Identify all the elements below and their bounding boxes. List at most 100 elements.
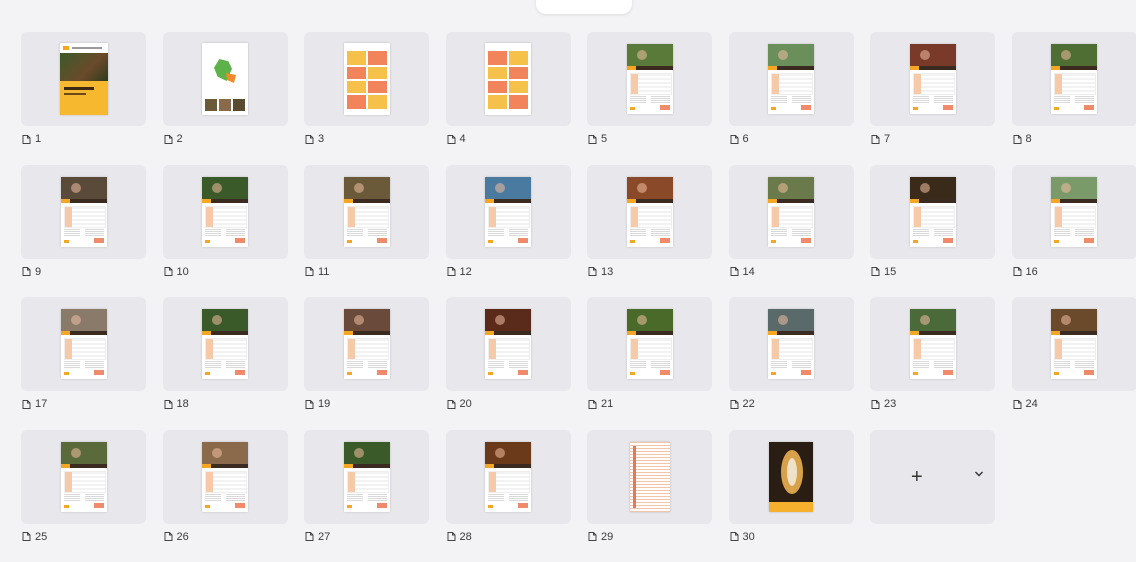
- slide-preview: [630, 442, 670, 512]
- slide-item[interactable]: 17: [21, 297, 146, 429]
- slide-item[interactable]: 29: [587, 430, 712, 562]
- slide-number: 25: [35, 531, 47, 543]
- slide-preview: [60, 43, 108, 115]
- slide-number: 23: [884, 398, 896, 410]
- slide-item[interactable]: 19: [304, 297, 429, 429]
- slide-item[interactable]: 30: [729, 430, 854, 562]
- slide-item[interactable]: 14: [729, 165, 854, 297]
- slide-item[interactable]: 20: [446, 297, 571, 429]
- slide-item[interactable]: 10: [163, 165, 288, 297]
- slide-thumbnail[interactable]: [163, 32, 288, 126]
- slide-thumbnail[interactable]: [870, 297, 995, 391]
- slide-number: 10: [177, 266, 189, 278]
- slide-label: 3: [304, 133, 324, 145]
- slide-thumbnail[interactable]: [446, 297, 571, 391]
- slide-item[interactable]: 4: [446, 32, 571, 164]
- slide-item[interactable]: 27: [304, 430, 429, 562]
- slide-preview: [344, 309, 390, 379]
- slide-item[interactable]: 21: [587, 297, 712, 429]
- slide-label: 4: [446, 133, 466, 145]
- slide-item[interactable]: 24: [1012, 297, 1136, 429]
- slide-item[interactable]: 26: [163, 430, 288, 562]
- slide-item[interactable]: 7: [870, 32, 995, 164]
- slide-item[interactable]: 22: [729, 297, 854, 429]
- slide-item[interactable]: 18: [163, 297, 288, 429]
- slide-thumbnail[interactable]: [729, 32, 854, 126]
- top-panel-tab[interactable]: [536, 0, 632, 14]
- slide-item[interactable]: 28: [446, 430, 571, 562]
- slide-item[interactable]: 11: [304, 165, 429, 297]
- slide-thumbnail[interactable]: [587, 32, 712, 126]
- slide-preview: [627, 177, 673, 247]
- slide-thumbnail[interactable]: [587, 165, 712, 259]
- slide-thumbnail[interactable]: [21, 430, 146, 524]
- slide-item[interactable]: 16: [1012, 165, 1136, 297]
- slide-number: 3: [318, 133, 324, 145]
- slide-label: 13: [587, 266, 613, 278]
- add-slide-item[interactable]: +: [870, 430, 995, 562]
- slide-thumbnail[interactable]: [729, 430, 854, 524]
- slide-thumbnail[interactable]: [163, 297, 288, 391]
- slide-thumbnail[interactable]: [587, 430, 712, 524]
- slide-thumbnail[interactable]: [870, 165, 995, 259]
- slide-page-icon: [304, 266, 315, 277]
- plus-icon[interactable]: +: [911, 467, 923, 487]
- slide-thumbnail[interactable]: [1012, 165, 1136, 259]
- slide-item[interactable]: 25: [21, 430, 146, 562]
- slide-thumbnail[interactable]: [870, 32, 995, 126]
- slide-thumbnail[interactable]: [1012, 297, 1136, 391]
- slide-preview: [485, 43, 531, 115]
- slide-thumbnail[interactable]: [446, 165, 571, 259]
- slide-thumbnail[interactable]: [729, 165, 854, 259]
- slide-thumbnail[interactable]: [163, 430, 288, 524]
- slide-number: 18: [177, 398, 189, 410]
- slide-item[interactable]: 13: [587, 165, 712, 297]
- slide-item[interactable]: 8: [1012, 32, 1136, 164]
- slide-preview: [344, 177, 390, 247]
- slide-thumbnail[interactable]: [304, 165, 429, 259]
- slide-page-icon: [587, 134, 598, 145]
- slide-thumbnail[interactable]: [21, 297, 146, 391]
- slide-number: 15: [884, 266, 896, 278]
- slide-number: 13: [601, 266, 613, 278]
- slide-thumbnail[interactable]: [304, 297, 429, 391]
- slide-item[interactable]: 2: [163, 32, 288, 164]
- slide-page-icon: [163, 134, 174, 145]
- slide-page-icon: [163, 266, 174, 277]
- chevron-down-icon[interactable]: [974, 470, 984, 478]
- slide-number: 7: [884, 133, 890, 145]
- slide-preview: [344, 43, 390, 115]
- slide-item[interactable]: 3: [304, 32, 429, 164]
- slide-thumbnail[interactable]: [1012, 32, 1136, 126]
- slide-thumbnail[interactable]: [587, 297, 712, 391]
- slide-thumbnail[interactable]: [729, 297, 854, 391]
- slide-number: 6: [743, 133, 749, 145]
- slide-item[interactable]: 6: [729, 32, 854, 164]
- slide-thumbnail[interactable]: [446, 32, 571, 126]
- slide-page-icon: [587, 399, 598, 410]
- slide-thumbnail[interactable]: [304, 430, 429, 524]
- slide-preview: [202, 442, 248, 512]
- slide-page-icon: [729, 266, 740, 277]
- add-slide-button[interactable]: +: [870, 430, 995, 524]
- slide-preview: [768, 177, 814, 247]
- slide-label: 25: [21, 531, 47, 543]
- slide-page-icon: [870, 134, 881, 145]
- slide-thumbnail[interactable]: [21, 165, 146, 259]
- slide-item[interactable]: 12: [446, 165, 571, 297]
- slide-thumbnail[interactable]: [163, 165, 288, 259]
- slide-item[interactable]: 1: [21, 32, 146, 164]
- slide-page-icon: [21, 134, 32, 145]
- slide-number: 29: [601, 531, 613, 543]
- slide-number: 22: [743, 398, 755, 410]
- slide-thumbnail[interactable]: [21, 32, 146, 126]
- slide-number: 12: [460, 266, 472, 278]
- slide-preview: [910, 177, 956, 247]
- slide-item[interactable]: 9: [21, 165, 146, 297]
- slide-thumbnail[interactable]: [304, 32, 429, 126]
- slide-item[interactable]: 23: [870, 297, 995, 429]
- slide-item[interactable]: 5: [587, 32, 712, 164]
- slide-preview: [202, 43, 248, 115]
- slide-item[interactable]: 15: [870, 165, 995, 297]
- slide-thumbnail[interactable]: [446, 430, 571, 524]
